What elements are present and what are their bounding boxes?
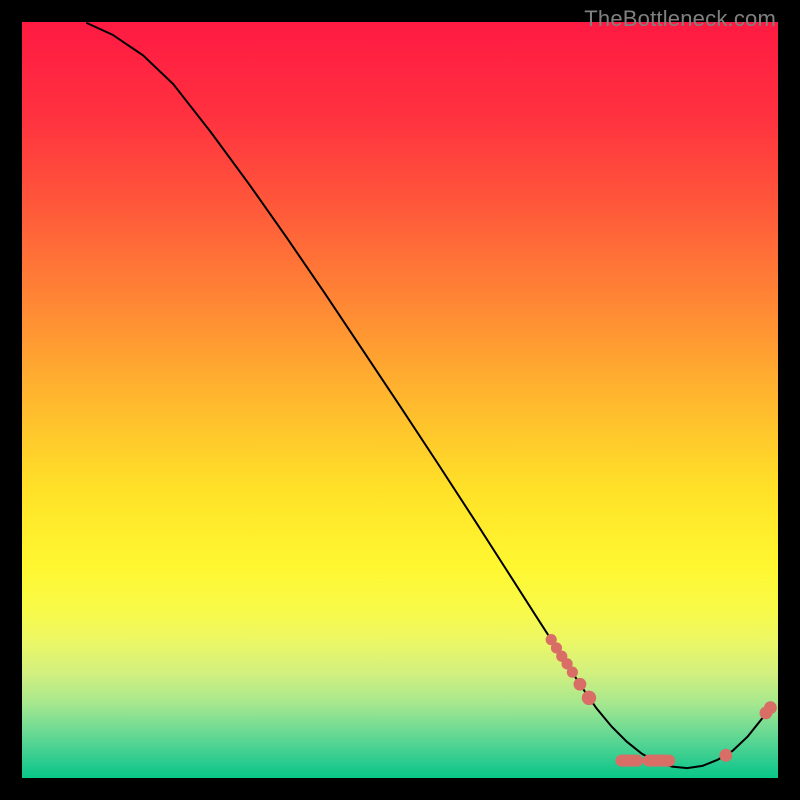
plot-area (22, 22, 778, 778)
data-point (574, 678, 587, 691)
gradient-background (22, 22, 778, 778)
chart-container: TheBottleneck.com (0, 0, 800, 800)
watermark-text: TheBottleneck.com (584, 6, 776, 32)
data-point (567, 667, 578, 678)
data-point (582, 691, 596, 705)
chart-svg (22, 22, 778, 778)
data-point (663, 755, 675, 767)
data-point (631, 755, 643, 767)
data-point (764, 701, 777, 714)
data-point (719, 749, 732, 762)
